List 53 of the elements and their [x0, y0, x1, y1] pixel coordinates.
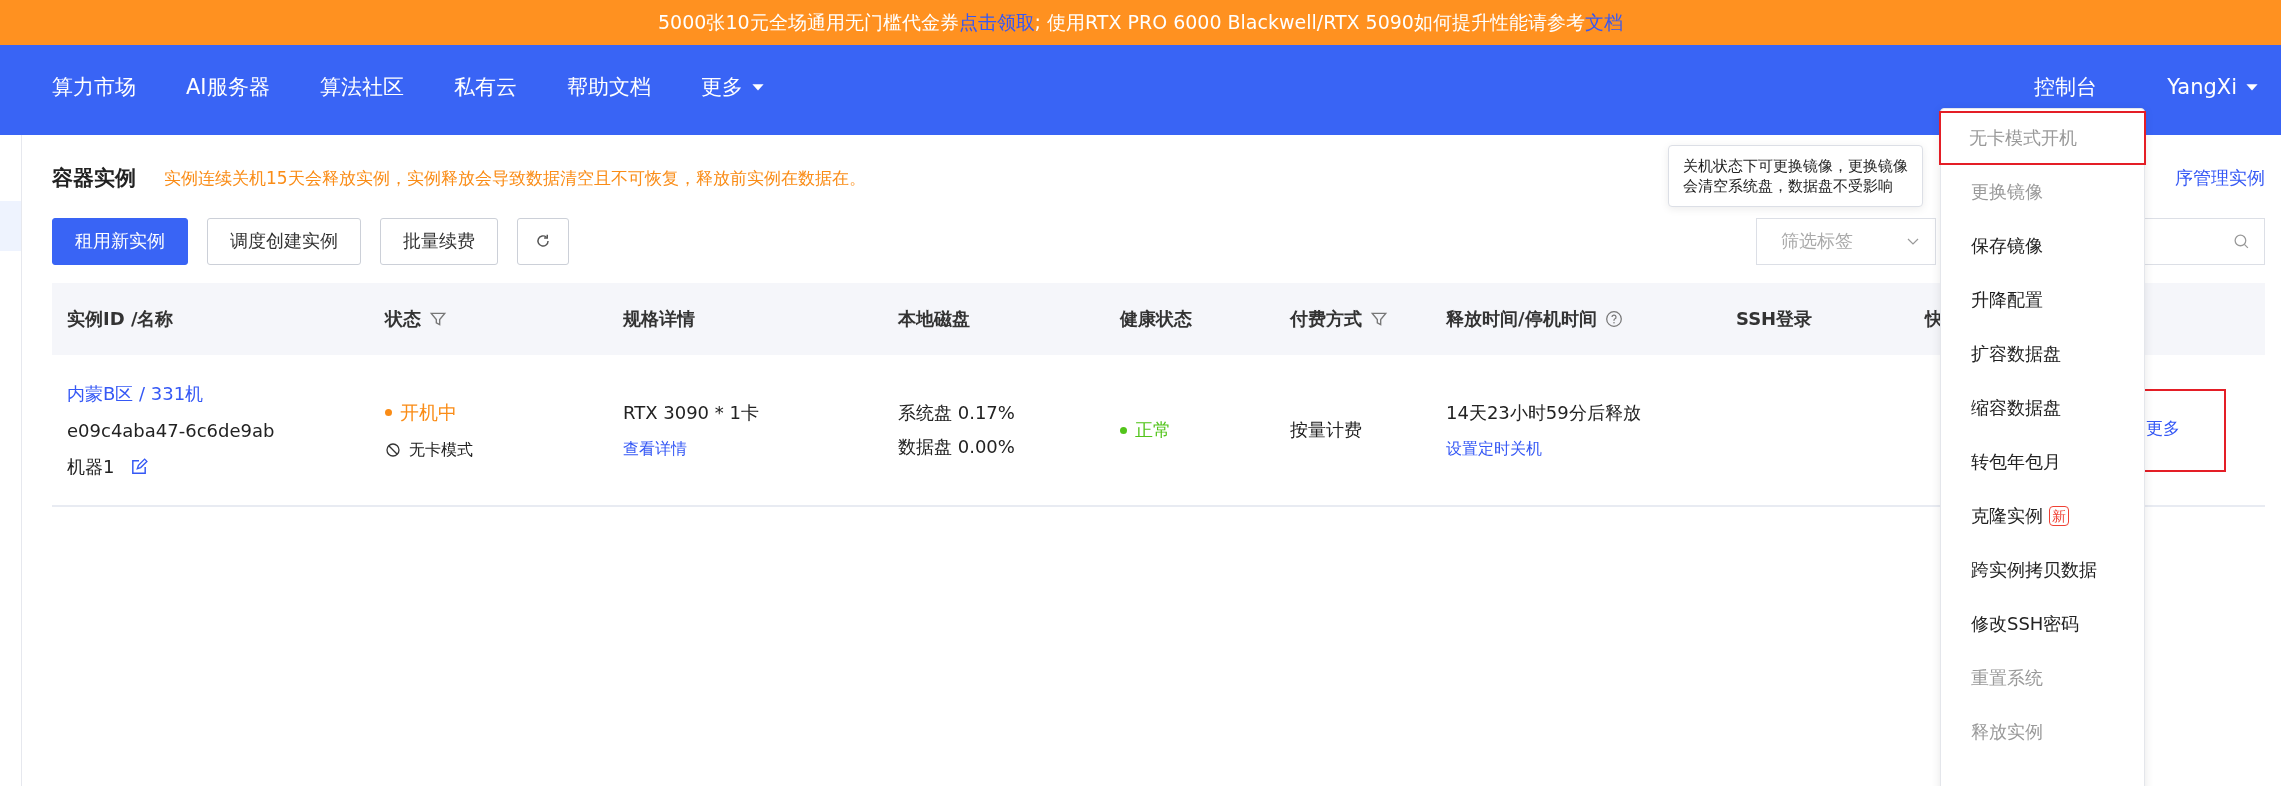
menu-item[interactable]: 克隆实例 新: [1941, 489, 2144, 543]
toolbar-button[interactable]: 批量续费: [380, 217, 498, 265]
column-header: SSH登录: [1736, 307, 1813, 331]
manage-link[interactable]: 序管理实例: [2175, 166, 2265, 190]
edit-icon[interactable]: [130, 457, 149, 476]
billing-text: 按量计费: [1290, 418, 1362, 442]
user-menu[interactable]: YangXi: [2167, 75, 2261, 99]
menu-item[interactable]: 扩容数据盘: [1941, 327, 2144, 381]
warning-notice: 实例连续关机15天会释放实例，实例释放会导致数据清空且不可恢复，释放前实例在数据在。: [164, 166, 866, 190]
rent-button[interactable]: 租用新实例: [52, 217, 188, 265]
region-link[interactable]: 内蒙B区 / 331机: [67, 381, 204, 406]
banner-text: 5000张10元全场通用无门槛代金券: [658, 9, 959, 35]
disk-usage: 系统盘 0.17%: [898, 401, 1015, 425]
details-link[interactable]: 查看详情: [623, 438, 687, 460]
filter-icon: [1370, 310, 1388, 328]
nav-link[interactable]: AI服务器: [186, 73, 270, 101]
new-badge: 新: [2049, 506, 2069, 526]
status-text: 开机中: [400, 399, 457, 425]
release-time: 14天23小时59分后释放: [1446, 400, 1641, 425]
menu-item[interactable]: 升降配置: [1941, 273, 2144, 327]
instance-id: e09c4aba47-6c6de9ab: [67, 419, 275, 441]
schedule-shutdown-link[interactable]: 设置定时关机: [1446, 438, 1542, 460]
menu-item[interactable]: 跨实例拷贝数据: [1941, 543, 2144, 597]
nav-link[interactable]: 算法社区: [319, 73, 404, 101]
column-header: 状态: [385, 307, 421, 331]
column-header: 规格详情: [623, 307, 695, 331]
nav-link[interactable]: 私有云: [453, 73, 517, 101]
tooltip-text: 关机状态下可更换镜像，更换镜像会清空系统盘，数据盘不受影响: [1683, 157, 1908, 195]
menu-item[interactable]: 保存镜像: [1941, 219, 2144, 273]
spec-text: RTX 3090 * 1卡: [623, 400, 759, 425]
disk-usage: 数据盘 0.00%: [898, 435, 1015, 459]
toolbar-button[interactable]: 调度创建实例: [207, 217, 361, 265]
column-header: 释放时间/停机时间: [1446, 307, 1597, 331]
menu-item[interactable]: 修改SSH密码: [1941, 597, 2144, 651]
nav-link[interactable]: 算力市场: [52, 73, 136, 101]
mode-label: 无卡模式: [409, 439, 473, 461]
column-header: 本地磁盘: [898, 307, 970, 331]
banner-text: ; 使用RTX PRO 6000 Blackwell/RTX 5090如何提升性能请参考: [1034, 9, 1585, 35]
console-link[interactable]: 控制台: [2034, 73, 2098, 101]
search-icon: [2233, 232, 2250, 250]
nav-link[interactable]: 帮助文档: [566, 73, 651, 101]
column-header: 健康状态: [1120, 307, 1192, 331]
help-icon: [1604, 310, 1623, 328]
page-title: 容器实例: [52, 165, 136, 192]
no-card-icon: [385, 442, 401, 458]
health-text: 正常: [1135, 418, 1171, 442]
column-header: 付费方式: [1290, 307, 1362, 331]
filter-icon: [429, 310, 447, 328]
nav-link[interactable]: 更多: [700, 73, 767, 101]
refresh-button[interactable]: [517, 217, 569, 265]
instance-name: 机器1: [67, 454, 115, 479]
column-header: 实例ID /名称: [67, 307, 174, 331]
refresh-icon: [534, 232, 552, 250]
